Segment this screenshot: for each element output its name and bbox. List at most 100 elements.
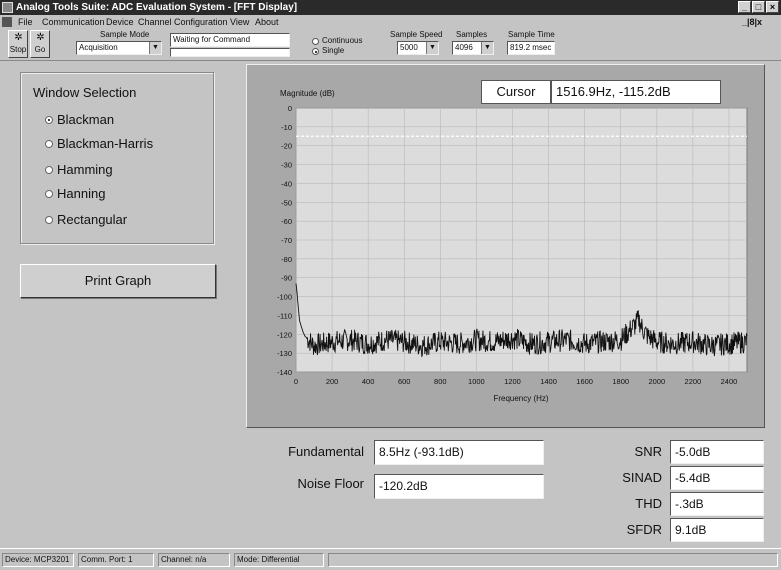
menu-file[interactable]: File xyxy=(18,15,33,29)
status-spare xyxy=(328,553,778,567)
x-tick-label: 0 xyxy=(294,377,298,386)
window-title: Analog Tools Suite: ADC Evaluation Syste… xyxy=(16,2,298,13)
y-tick-label: -10 xyxy=(281,123,292,132)
radio-single[interactable] xyxy=(312,48,319,55)
x-tick-label: 600 xyxy=(398,377,411,386)
stop-button[interactable]: ✲ Stop xyxy=(8,30,28,58)
y-tick-label: -140 xyxy=(277,368,292,377)
sample-speed-value: 5000 xyxy=(400,43,418,52)
progress-field xyxy=(170,48,290,57)
document-icon[interactable] xyxy=(2,17,12,27)
sinad-value: -5.4dB xyxy=(670,466,764,490)
command-status-field: Waiting for Command xyxy=(170,33,290,47)
thd-value: -.3dB xyxy=(670,492,764,516)
y-tick-label: -130 xyxy=(277,349,292,358)
fundamental-value: 8.5Hz (-93.1dB) xyxy=(374,440,544,465)
y-tick-label: -70 xyxy=(281,236,292,245)
radio-dot xyxy=(45,166,53,174)
noise-floor-value: -120.2dB xyxy=(374,474,544,499)
print-graph-button[interactable]: Print Graph xyxy=(20,264,216,298)
x-tick-label: 1600 xyxy=(576,377,593,386)
sample-mode-select[interactable]: Acquisition ▼ xyxy=(76,41,162,55)
radio-dot xyxy=(45,190,53,198)
go-label: Go xyxy=(34,45,46,54)
app-icon xyxy=(2,2,13,13)
mdi-window-controls[interactable]: _|8|x xyxy=(742,15,762,29)
x-tick-label: 2000 xyxy=(648,377,665,386)
toolbar: ✲ Stop ✲ Go Sample Mode Acquisition ▼ Wa… xyxy=(0,29,781,61)
go-button[interactable]: ✲ Go xyxy=(30,30,50,58)
y-tick-label: 0 xyxy=(288,104,292,113)
y-axis-label: Magnitude (dB) xyxy=(280,89,335,98)
y-tick-label: -30 xyxy=(281,161,292,170)
snr-value: -5.0dB xyxy=(670,440,764,464)
window-selection-title: Window Selection xyxy=(33,85,137,100)
radio-blackman-label: Blackman xyxy=(57,112,115,127)
x-tick-label: 1200 xyxy=(504,377,521,386)
sinad-label: SINAD xyxy=(622,470,662,485)
stop-icon: ✲ xyxy=(14,32,23,43)
chevron-down-icon[interactable]: ▼ xyxy=(481,42,493,54)
sfdr-label: SFDR xyxy=(626,522,662,537)
go-icon: ✲ xyxy=(36,32,45,43)
fft-chart[interactable]: Magnitude (dB) Frequency (Hz) 0 -10 -20 -30… xyxy=(246,64,765,428)
radio-blackman-harris-label: Blackman-Harris xyxy=(57,136,154,151)
snr-label: SNR xyxy=(634,444,662,459)
maximize-button[interactable]: □ xyxy=(752,1,765,13)
y-tick-label: -120 xyxy=(277,330,292,339)
x-tick-label: 1000 xyxy=(468,377,485,386)
radio-rectangular-label: Rectangular xyxy=(57,212,128,227)
x-tick-label: 1400 xyxy=(540,377,557,386)
y-tick-label: -90 xyxy=(281,274,292,283)
minimize-button[interactable]: _ xyxy=(738,1,751,13)
radio-continuous[interactable] xyxy=(312,38,319,45)
radio-dot xyxy=(45,116,53,124)
radio-dot xyxy=(315,51,317,53)
status-device: Device: MCP3201 xyxy=(2,553,74,567)
x-tick-label: 2200 xyxy=(685,377,702,386)
radio-hamming-label: Hamming xyxy=(57,162,113,177)
status-channel: Channel: n/a xyxy=(158,553,230,567)
menu-bar: File Communication Device Channel Config… xyxy=(0,15,781,29)
status-port: Comm. Port: 1 xyxy=(78,553,154,567)
radio-single-label: Single xyxy=(322,46,345,55)
x-tick-label: 1800 xyxy=(612,377,629,386)
status-bar: Device: MCP3201 Comm. Port: 1 Channel: n… xyxy=(0,548,781,570)
menu-communication[interactable]: Communication xyxy=(42,15,105,29)
chevron-down-icon[interactable]: ▼ xyxy=(426,42,438,54)
y-tick-label: -100 xyxy=(277,293,292,302)
menu-device[interactable]: Device xyxy=(106,15,134,29)
x-tick-label: 200 xyxy=(326,377,339,386)
sample-time-field: 819.2 msec xyxy=(507,41,555,55)
thd-label: THD xyxy=(635,496,662,511)
title-bar: Analog Tools Suite: ADC Evaluation Syste… xyxy=(0,0,781,15)
menu-view[interactable]: View xyxy=(230,15,249,29)
window-selection-group: Window Selection Blackman Blackman-Harri… xyxy=(20,72,214,244)
sample-speed-label: Sample Speed xyxy=(390,30,443,39)
sample-mode-label: Sample Mode xyxy=(100,30,150,39)
menu-about[interactable]: About xyxy=(255,15,279,29)
chevron-down-icon[interactable]: ▼ xyxy=(149,42,161,54)
x-tick-label: 800 xyxy=(434,377,447,386)
radio-hanning-label: Hanning xyxy=(57,186,106,201)
y-tick-label: -50 xyxy=(281,198,292,207)
status-mode: Mode: Differential xyxy=(234,553,324,567)
y-tick-label: -20 xyxy=(281,142,292,151)
menu-channel-configuration[interactable]: Channel Configuration xyxy=(138,15,228,29)
sample-mode-value: Acquisition xyxy=(79,43,118,52)
close-button[interactable]: × xyxy=(766,1,779,13)
samples-label: Samples xyxy=(456,30,488,39)
noise-floor-label: Noise Floor xyxy=(297,476,364,491)
sfdr-value: 9.1dB xyxy=(670,518,764,542)
sample-speed-select[interactable]: 5000 ▼ xyxy=(397,41,439,55)
radio-continuous-label: Continuous xyxy=(322,36,363,45)
samples-select[interactable]: 4096 ▼ xyxy=(452,41,494,55)
x-tick-label: 2400 xyxy=(721,377,738,386)
x-axis-ticks: 0 200 400 600 800 1000 1200 1400 1600 1800 2000 220… xyxy=(294,377,737,386)
y-axis-ticks: 0 -10 -20 -30 -40 -50 -60 -70 -80 -90 -100 -110 -120… xyxy=(277,104,292,377)
sample-time-label: Sample Time xyxy=(508,30,555,39)
samples-value: 4096 xyxy=(455,43,473,52)
stop-label: Stop xyxy=(9,45,27,54)
fundamental-label: Fundamental xyxy=(288,444,364,459)
x-tick-label: 400 xyxy=(362,377,375,386)
